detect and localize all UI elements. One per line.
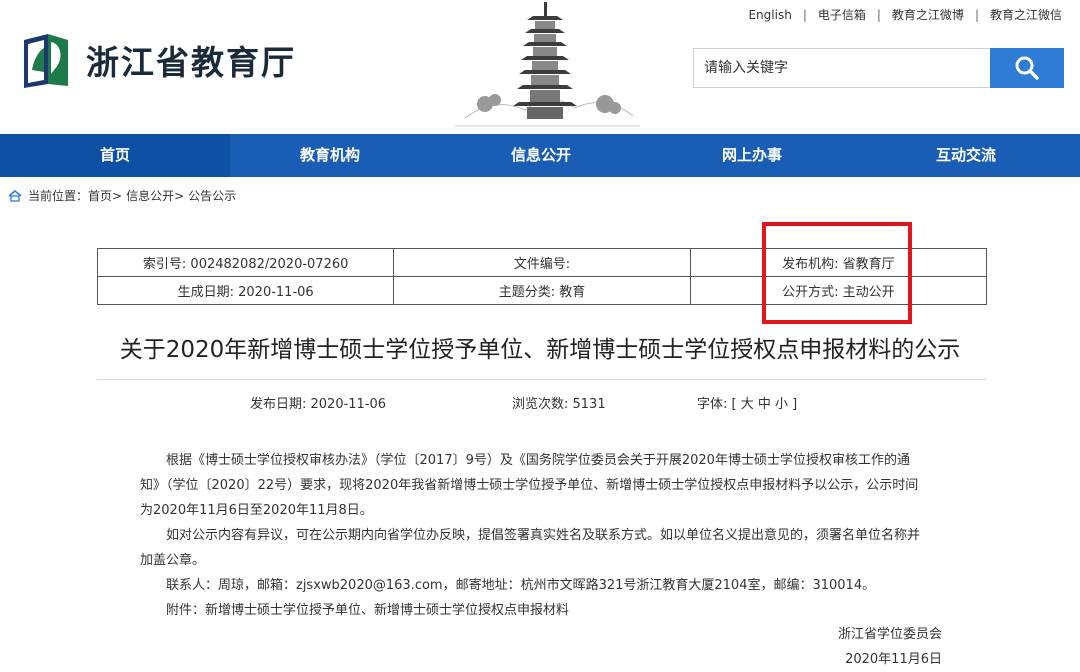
link-email[interactable]: 电子信箱 <box>818 6 866 23</box>
search-box <box>693 48 1064 88</box>
main-nav: 首页 教育机构 信息公开 网上办事 互动交流 <box>0 134 1080 177</box>
paragraph: 为2020年11月6日至2020年11月8日。 <box>140 503 373 518</box>
link-english[interactable]: English <box>748 8 791 22</box>
paragraph: 知》（学位〔2020〕22号）要求，现将2020年我省新增博士硕士学位授予单位、… <box>140 478 919 493</box>
attachment-link[interactable]: 附件：新增博士硕士学位授予单位、新增博士硕士学位授权点申报材料 <box>140 598 946 623</box>
title-divider <box>97 379 987 380</box>
paragraph: 加盖公章。 <box>140 553 206 568</box>
nav-info-disclosure[interactable]: 信息公开 <box>430 134 652 177</box>
logo-emblem-icon <box>18 30 72 90</box>
publish-date: 发布日期: 2020-11-06 <box>250 397 387 412</box>
article-body: 根据《博士硕士学位授权审核办法》（学位〔2017〕9号）及《国务院学位委员会关于… <box>140 448 946 623</box>
meta-gen-date: 生成日期: 2020-11-06 <box>96 276 395 305</box>
red-highlight-box <box>762 222 912 324</box>
nav-home[interactable]: 首页 <box>0 134 230 177</box>
breadcrumb-notices[interactable]: 公告公示 <box>188 187 236 204</box>
link-wechat[interactable]: 教育之江微信 <box>990 6 1062 23</box>
nav-institutions[interactable]: 教育机构 <box>230 134 430 177</box>
nav-interaction[interactable]: 互动交流 <box>852 134 1080 177</box>
search-icon <box>1015 56 1039 80</box>
divider: | <box>974 7 979 22</box>
view-count: 浏览次数: 5131 <box>512 397 606 412</box>
pagoda-illustration <box>455 0 640 132</box>
contact-info: 联系人：周琼，邮箱：zjsxwb2020@163.com，邮寄地址：杭州市文晖路… <box>166 578 876 593</box>
top-links: English | 电子信箱 | 教育之江微博 | 教育之江微信 <box>748 6 1062 23</box>
home-icon <box>8 189 22 202</box>
breadcrumb-info[interactable]: 信息公开> <box>126 187 184 204</box>
divider: | <box>802 7 807 22</box>
sign-date: 2020年11月6日 <box>845 652 942 667</box>
site-header: 浙江省教育厅 English | 电子信箱 | 教育之江微博 | 教育之江微信 … <box>0 0 1080 134</box>
signer: 浙江省学位委员会 <box>837 627 942 642</box>
font-size-switcher[interactable]: 字体: [ 大 中 小 ] <box>697 393 797 412</box>
meta-topic: 主题分类: 教育 <box>393 276 691 305</box>
link-weibo[interactable]: 教育之江微博 <box>892 6 964 23</box>
divider: | <box>876 7 881 22</box>
breadcrumb-prefix: 当前位置： <box>28 189 89 203</box>
paragraph: 根据《博士硕士学位授权审核办法》（学位〔2017〕9号）及《国务院学位委员会关于… <box>166 453 910 468</box>
site-name: 浙江省教育厅 <box>86 43 296 82</box>
nav-online-services[interactable]: 网上办事 <box>652 134 852 177</box>
breadcrumb: 当前位置： 首页> 信息公开> 公告公示 <box>8 187 236 204</box>
search-button[interactable] <box>990 48 1064 88</box>
search-input[interactable] <box>694 49 990 87</box>
meta-index-no: 索引号: 002482082/2020-07260 <box>96 248 395 277</box>
page-title: 关于2020年新增博士硕士学位授予单位、新增博士硕士学位授权点申报材料的公示 <box>119 337 961 363</box>
meta-doc-no: 文件编号: <box>393 248 691 277</box>
site-logo[interactable]: 浙江省教育厅 <box>18 30 296 90</box>
breadcrumb-home[interactable]: 首页> <box>88 187 122 204</box>
paragraph: 如对公示内容有异议，可在公示期内向省学位办反映，提倡签署真实姓名及联系方式。如以… <box>166 528 921 543</box>
